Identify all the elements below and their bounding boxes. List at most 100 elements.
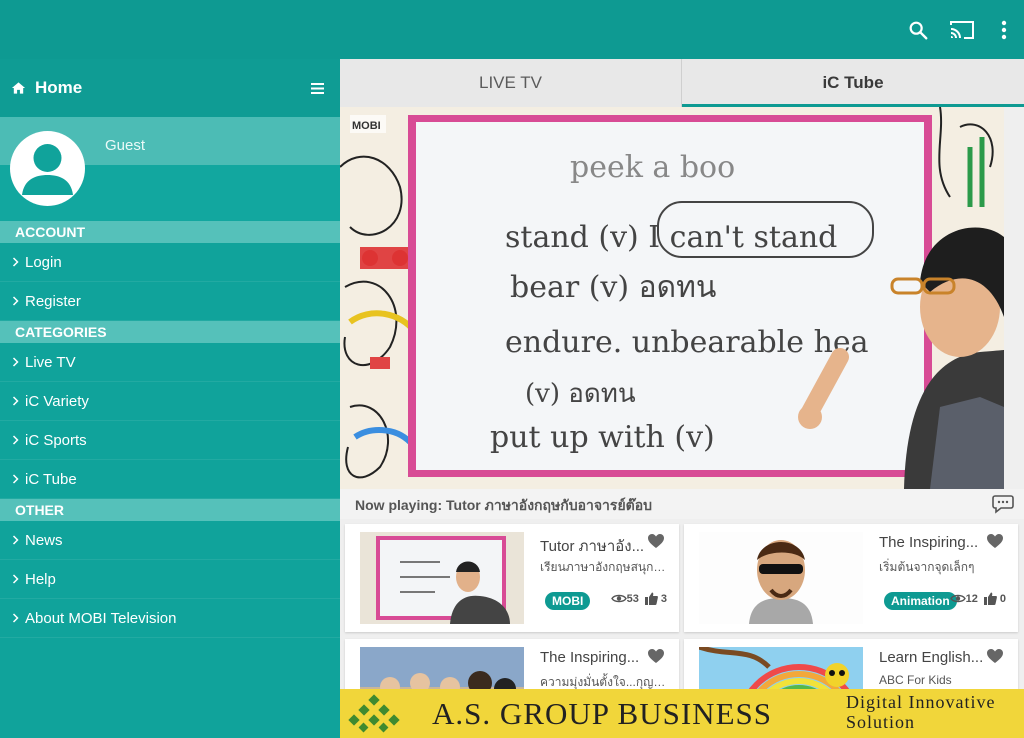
view-count: 53 — [626, 592, 639, 605]
thumb-up-icon — [644, 592, 658, 605]
favorite-button[interactable] — [647, 648, 665, 666]
chevron-wrap — [9, 256, 21, 268]
board-line-1: peek a boo — [570, 150, 735, 185]
drawer-sections: ACCOUNT Login Register CATEGORIES Live TV iC … — [0, 221, 340, 638]
drawer-item-label: About MOBI Television — [25, 609, 177, 627]
drawer-item-login[interactable]: Login — [0, 243, 340, 282]
section-header-categories: CATEGORIES — [0, 321, 340, 343]
avatar[interactable] — [10, 131, 85, 206]
eye-icon — [949, 594, 966, 603]
company-logo — [348, 694, 400, 733]
board-line-6: put up with (v) — [490, 420, 715, 455]
user-avatar-icon — [22, 144, 73, 195]
chevron-wrap — [9, 395, 21, 407]
drawer-item-live-tv[interactable]: Live TV — [0, 343, 340, 382]
chevron-right-icon — [12, 574, 19, 584]
main-content: LIVE TV iC Tube MOBI peek a boo stand (v… — [340, 59, 1024, 738]
category-tag[interactable]: Animation — [884, 592, 957, 610]
video-title: Learn English... — [879, 649, 984, 666]
chevron-right-icon — [12, 257, 19, 267]
more-options-button[interactable] — [984, 8, 1024, 52]
eye-icon — [610, 594, 627, 603]
video-subtitle: เรียนภาษาอังกฤษสนุกๆ ... — [540, 560, 670, 574]
favorite-button[interactable] — [647, 533, 665, 551]
video-title: The Inspiring... — [879, 534, 979, 551]
favorite-button[interactable] — [986, 533, 1004, 551]
video-player[interactable]: MOBI peek a boo stand (v) I can't stand … — [340, 107, 1004, 489]
tab-ic-tube[interactable]: iC Tube — [682, 59, 1024, 107]
drawer-item-ic-variety[interactable]: iC Variety — [0, 382, 340, 421]
video-stats: 53 3 — [610, 592, 667, 605]
video-card[interactable]: Tutor ภาษาอัง... เรียนภาษาอังกฤษสนุกๆ ...… — [345, 524, 679, 632]
chevron-wrap — [9, 573, 21, 585]
banner-company-name: A.S. GROUP BUSINESS — [432, 696, 772, 731]
tab-live-tv[interactable]: LIVE TV — [340, 59, 682, 107]
drawer-item-label: iC Sports — [25, 431, 87, 449]
navigation-drawer: Home Guest ACCOUNT Login Register CATEGORIE… — [0, 59, 340, 738]
drawer-item-ic-sports[interactable]: iC Sports — [0, 421, 340, 460]
board-line-3: bear (v) อดทน — [510, 270, 716, 305]
drawer-item-label: iC Variety — [25, 392, 89, 410]
drawer-item-label: Help — [25, 570, 56, 588]
drawer-item-help[interactable]: Help — [0, 560, 340, 599]
chevron-right-icon — [12, 396, 19, 406]
section-header-other: OTHER — [0, 499, 340, 521]
cast-button[interactable] — [940, 8, 984, 52]
drawer-item-register[interactable]: Register — [0, 282, 340, 321]
like-count: 3 — [660, 592, 667, 605]
drawer-item-news[interactable]: News — [0, 521, 340, 560]
chevron-wrap — [9, 295, 21, 307]
now-playing-title: Now playing: Tutor ภาษาอังกฤษกับอาจารย์ต… — [355, 497, 653, 513]
video-card[interactable]: The Inspiring... เริ่มต้นจากจุดเล็กๆ Anima… — [684, 524, 1018, 632]
chevron-right-icon — [12, 474, 19, 484]
search-button[interactable] — [896, 8, 940, 52]
category-tag[interactable]: MOBI — [545, 592, 591, 610]
heart-icon — [648, 534, 664, 548]
more-vert-icon — [1001, 20, 1007, 39]
board-line-4: endure. unbearable hea — [505, 325, 869, 360]
now-playing-bar: Now playing: Tutor ภาษาอังกฤษกับอาจารย์ต… — [340, 489, 1024, 519]
video-subtitle: เริ่มต้นจากจุดเล็กๆ — [879, 560, 975, 574]
heart-icon — [648, 649, 664, 663]
favorite-button[interactable] — [986, 648, 1004, 666]
drawer-item-about-mobi-television[interactable]: About MOBI Television — [0, 599, 340, 638]
video-title: The Inspiring... — [540, 649, 640, 666]
cast-icon — [950, 20, 974, 39]
video-thumbnail[interactable] — [360, 532, 524, 624]
chevron-right-icon — [12, 357, 19, 367]
video-subtitle: ABC For Kids — [879, 673, 952, 687]
tab-bar: LIVE TV iC Tube — [340, 59, 1024, 107]
banner-tagline-2: Solution — [846, 712, 916, 732]
drawer-item-label: Register — [25, 292, 81, 310]
chevron-wrap — [9, 356, 21, 368]
chevron-wrap — [9, 434, 21, 446]
drawer-home[interactable]: Home — [0, 59, 340, 117]
heart-icon — [987, 649, 1003, 663]
chat-icon[interactable] — [992, 494, 1014, 514]
app-bar — [0, 0, 1024, 59]
app-bar-actions — [896, 0, 1024, 59]
drawer-item-label: Live TV — [25, 353, 76, 371]
chevron-right-icon — [12, 296, 19, 306]
board-line-2: stand (v) I can't stand — [505, 220, 837, 255]
chevron-wrap — [9, 534, 21, 546]
drawer-menu-button[interactable] — [306, 78, 328, 98]
drawer-item-label: News — [25, 531, 63, 549]
ad-banner[interactable]: A.S. GROUP BUSINESS Digital Innovative S… — [340, 689, 1024, 738]
heart-icon — [987, 534, 1003, 548]
chevron-wrap — [9, 473, 21, 485]
menu-icon — [310, 82, 324, 94]
drawer-item-label: Login — [25, 253, 62, 271]
drawer-item-label: iC Tube — [25, 470, 77, 488]
like-count: 0 — [999, 592, 1006, 605]
chevron-right-icon — [12, 535, 19, 545]
drawer-item-ic-tube[interactable]: iC Tube — [0, 460, 340, 499]
video-stats: 12 0 — [949, 592, 1006, 605]
video-frame: MOBI peek a boo stand (v) I can't stand … — [340, 107, 1004, 489]
section-header-account: ACCOUNT — [0, 221, 340, 243]
board-line-5: (v) อดทน — [525, 379, 636, 409]
home-label: Home — [35, 78, 83, 97]
video-thumbnail[interactable] — [699, 532, 863, 624]
guest-name: Guest — [105, 137, 146, 154]
user-profile: Guest — [0, 117, 340, 221]
